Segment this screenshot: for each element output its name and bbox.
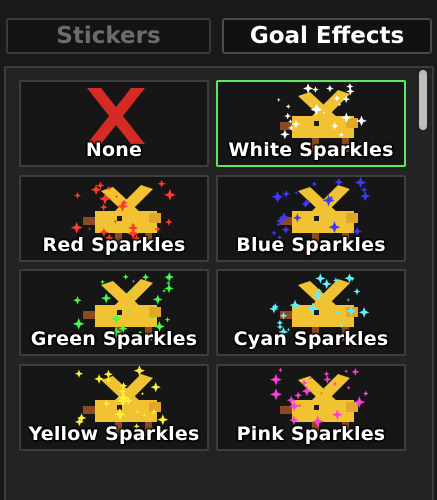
sparkle-particle <box>326 84 334 93</box>
effect-label: Cyan Sparkles <box>233 328 389 350</box>
sparkle-particle <box>362 390 369 397</box>
sparkle-particle <box>358 307 370 318</box>
sparkle-particle <box>354 177 367 189</box>
sparkle-particle <box>162 288 167 293</box>
effect-label: Green Sparkles <box>30 328 198 350</box>
effect-tile-cyan-sparkles[interactable]: Cyan Sparkles <box>216 269 406 356</box>
sparkle-particle <box>131 279 135 283</box>
sparkle-particle <box>344 369 349 374</box>
effect-tile-blue-sparkles[interactable]: Blue Sparkles <box>216 175 406 262</box>
sparkle-particle <box>346 298 350 302</box>
effect-label: Red Sparkles <box>42 234 186 256</box>
sparkle-particle <box>94 374 104 384</box>
sparkle-particle <box>285 104 291 109</box>
goal-effects-screen: Stickers Goal Effects None White Sparkles… <box>0 0 437 500</box>
sparkle-particle <box>73 296 82 305</box>
sparkle-particle <box>301 200 310 209</box>
sparkle-particle <box>150 382 161 393</box>
sparkle-particle <box>278 367 283 373</box>
effect-label: None <box>85 139 143 161</box>
sparkle-particle <box>140 391 145 396</box>
sparkle-particle <box>164 316 171 323</box>
effect-tile-green-sparkles[interactable]: Green Sparkles <box>19 269 209 356</box>
sparkle-particle <box>271 191 284 203</box>
sparkle-particle <box>360 191 371 202</box>
sparkle-particle <box>294 190 299 195</box>
effect-tile-none[interactable]: None <box>19 80 209 167</box>
effect-tile-red-sparkles[interactable]: Red Sparkles <box>19 175 209 262</box>
sparkle-particle <box>164 189 176 201</box>
sparkle-particle <box>133 366 145 377</box>
sparkle-particle <box>351 367 360 376</box>
effect-tile-pink-sparkles[interactable]: Pink Sparkles <box>216 364 406 451</box>
sparkle-particle <box>166 280 171 286</box>
tab-stickers[interactable]: Stickers <box>6 18 211 54</box>
effect-tile-white-sparkles[interactable]: White Sparkles <box>216 80 406 167</box>
red-x-icon <box>87 88 145 144</box>
sparkle-particle <box>70 221 83 234</box>
sparkle-particle <box>164 272 175 282</box>
effect-label: Pink Sparkles <box>236 423 386 445</box>
sparkle-particle <box>312 86 319 93</box>
sparkle-particle <box>157 179 166 188</box>
sparkle-particle <box>323 371 330 377</box>
sparkle-particle <box>346 385 351 390</box>
sparkle-particle <box>270 373 282 386</box>
sparkle-particle <box>302 83 314 94</box>
sparkle-particle <box>164 283 174 294</box>
scrollbar-thumb[interactable] <box>419 70 427 130</box>
sparkle-particle <box>100 279 106 285</box>
sparkle-particle <box>281 225 291 235</box>
sparkle-particle <box>270 388 282 401</box>
sparkle-particle <box>294 391 303 400</box>
sparkle-particle <box>360 186 368 194</box>
sparkle-particle <box>164 218 173 226</box>
sparkle-particle <box>280 129 290 140</box>
sparkle-particle <box>152 294 163 305</box>
sparkle-particle <box>284 112 292 120</box>
sparkle-particle <box>282 189 291 198</box>
sparkle-particle <box>311 181 318 187</box>
sparkle-particle <box>99 203 108 211</box>
sparkle-particle <box>269 304 279 314</box>
tab-goal-effects[interactable]: Goal Effects <box>222 18 432 54</box>
sparkle-particle <box>87 227 92 231</box>
sparkle-particle <box>74 192 82 200</box>
sparkle-particle <box>315 273 326 284</box>
sparkle-particle <box>353 287 361 296</box>
sparkle-particle <box>122 273 129 280</box>
effect-label: Yellow Sparkles <box>28 423 200 445</box>
effect-tile-yellow-sparkles[interactable]: Yellow Sparkles <box>19 364 209 451</box>
sparkle-particle <box>74 369 84 378</box>
effect-label: Blue Sparkles <box>236 234 386 256</box>
effect-label: White Sparkles <box>228 139 394 161</box>
sparkle-particle <box>101 292 112 304</box>
sparkle-particle <box>276 97 281 102</box>
sparkle-particle <box>334 177 344 187</box>
